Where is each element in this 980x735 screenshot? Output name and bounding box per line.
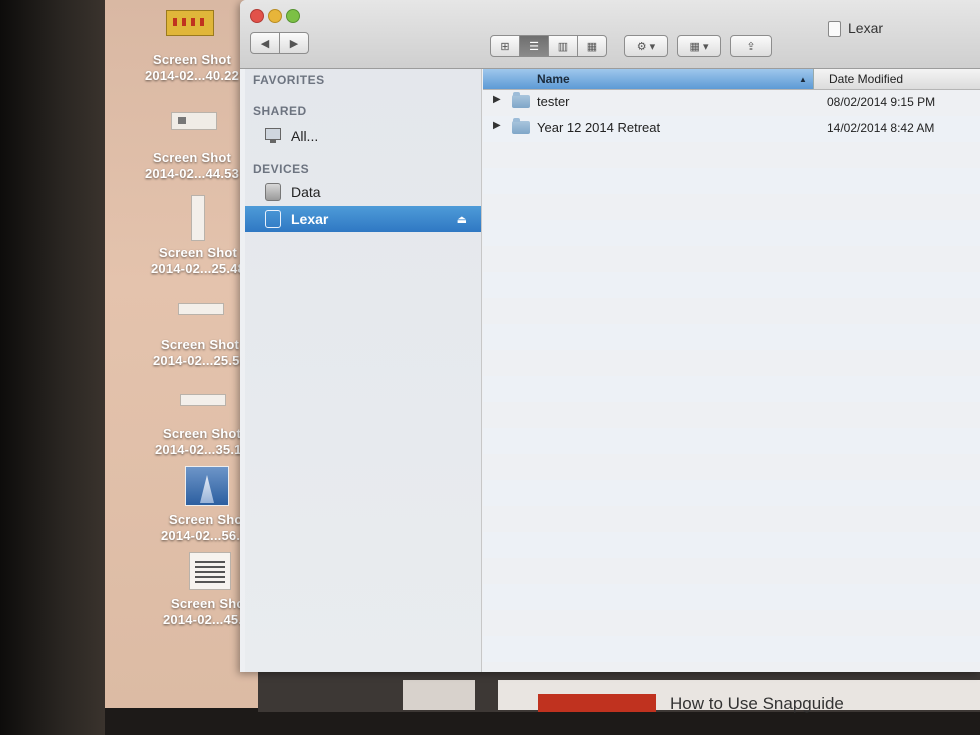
column-header-bar: Name ▲ Date Modified: [483, 69, 980, 90]
sidebar-item-label: Lexar: [291, 211, 329, 227]
empty-row: [483, 532, 980, 558]
empty-row: [483, 220, 980, 246]
empty-row: [483, 246, 980, 272]
empty-row: [483, 584, 980, 610]
screenshot-thumbnail-icon[interactable]: [166, 10, 214, 36]
view-mode-selector: ⊞ ☰ ▥ ▦: [490, 35, 607, 57]
empty-row: [483, 272, 980, 298]
window-title: Lexar: [848, 20, 884, 36]
monitor-bezel: [0, 0, 105, 735]
file-list: Name ▲ Date Modified ▶ tester 08/02/2014…: [483, 69, 980, 672]
arrange-menu-button[interactable]: ▦ ▾: [677, 35, 721, 57]
sort-ascending-icon: ▲: [799, 75, 807, 84]
file-date: 08/02/2014 9:15 PM: [827, 95, 936, 109]
network-computer-icon: [265, 127, 281, 145]
background-app-strip: How to Use Snapguide: [258, 672, 980, 713]
sidebar-item-label: Data: [291, 184, 321, 200]
sidebar-item-all[interactable]: All...: [245, 123, 481, 149]
empty-row: [483, 636, 980, 662]
column-view-button[interactable]: ▥: [548, 35, 578, 57]
eject-icon[interactable]: ⏏: [457, 213, 467, 226]
list-view-button[interactable]: ☰: [519, 35, 549, 57]
icon-view-button[interactable]: ⊞: [490, 35, 520, 57]
disclosure-triangle-icon[interactable]: ▶: [493, 94, 501, 105]
close-button[interactable]: [250, 9, 264, 23]
empty-row: [483, 506, 980, 532]
folder-icon: [512, 118, 530, 134]
file-date: 14/02/2014 8:42 AM: [827, 121, 935, 135]
window-titlebar[interactable]: Lexar ◀ ▶ ⊞ ☰ ▥ ▦ ⚙ ▾ ▦ ▾ ⇪: [240, 0, 980, 69]
sidebar-shared-header: SHARED: [253, 104, 307, 118]
share-button[interactable]: ⇪: [730, 35, 772, 57]
empty-row: [483, 610, 980, 636]
screenshot-thumbnail-icon[interactable]: [189, 552, 231, 590]
sidebar-devices-header: DEVICES: [253, 162, 310, 176]
zoom-button[interactable]: [286, 9, 300, 23]
empty-row: [483, 558, 980, 584]
drive-icon: [828, 21, 841, 37]
empty-row: [483, 428, 980, 454]
action-menu-button[interactable]: ⚙ ▾: [624, 35, 668, 57]
screenshot-thumbnail-icon[interactable]: [171, 112, 217, 130]
background-thumbnail: [403, 680, 475, 710]
minimize-button[interactable]: [268, 9, 282, 23]
list-item[interactable]: ▶ tester 08/02/2014 9:15 PM: [483, 90, 980, 116]
screenshot-thumbnail-icon[interactable]: [180, 394, 226, 406]
screenshot-thumbnail-icon[interactable]: [178, 303, 224, 315]
background-red-button: [538, 694, 656, 712]
empty-row: [483, 298, 980, 324]
empty-row: [483, 194, 980, 220]
empty-row: [483, 402, 980, 428]
folder-icon: [512, 92, 530, 108]
disclosure-triangle-icon[interactable]: ▶: [493, 120, 501, 131]
coverflow-view-button[interactable]: ▦: [577, 35, 607, 57]
disk-icon: [265, 183, 281, 201]
sidebar-item-label: All...: [291, 128, 319, 144]
sidebar-favorites-header: FAVORITES: [253, 73, 325, 87]
empty-row: [483, 168, 980, 194]
screenshot-thumbnail-icon[interactable]: [185, 466, 229, 506]
forward-button[interactable]: ▶: [279, 32, 309, 54]
background-app-title: How to Use Snapguide: [670, 694, 844, 713]
empty-row: [483, 376, 980, 402]
empty-row: [483, 454, 980, 480]
list-item[interactable]: ▶ Year 12 2014 Retreat 14/02/2014 8:42 A…: [483, 116, 980, 142]
external-drive-icon: [265, 210, 281, 228]
sidebar-item-lexar[interactable]: Lexar ⏏: [245, 206, 481, 232]
empty-row: [483, 142, 980, 168]
finder-window: Lexar ◀ ▶ ⊞ ☰ ▥ ▦ ⚙ ▾ ▦ ▾ ⇪ FAVORITES SH…: [240, 0, 980, 672]
file-name: Year 12 2014 Retreat: [537, 120, 661, 135]
sidebar: FAVORITES SHARED All... DEVICES Data Lex…: [245, 69, 482, 672]
empty-row: [483, 480, 980, 506]
back-button[interactable]: ◀: [250, 32, 280, 54]
column-header-name[interactable]: Name ▲: [483, 69, 814, 89]
screenshot-thumbnail-icon[interactable]: [191, 195, 205, 241]
monitor-bottom-bezel: [105, 708, 980, 735]
empty-row: [483, 324, 980, 350]
file-rows: ▶ tester 08/02/2014 9:15 PM ▶ Year 12 20…: [483, 90, 980, 662]
empty-row: [483, 350, 980, 376]
file-name: tester: [537, 94, 570, 109]
sidebar-item-data[interactable]: Data: [245, 179, 481, 205]
